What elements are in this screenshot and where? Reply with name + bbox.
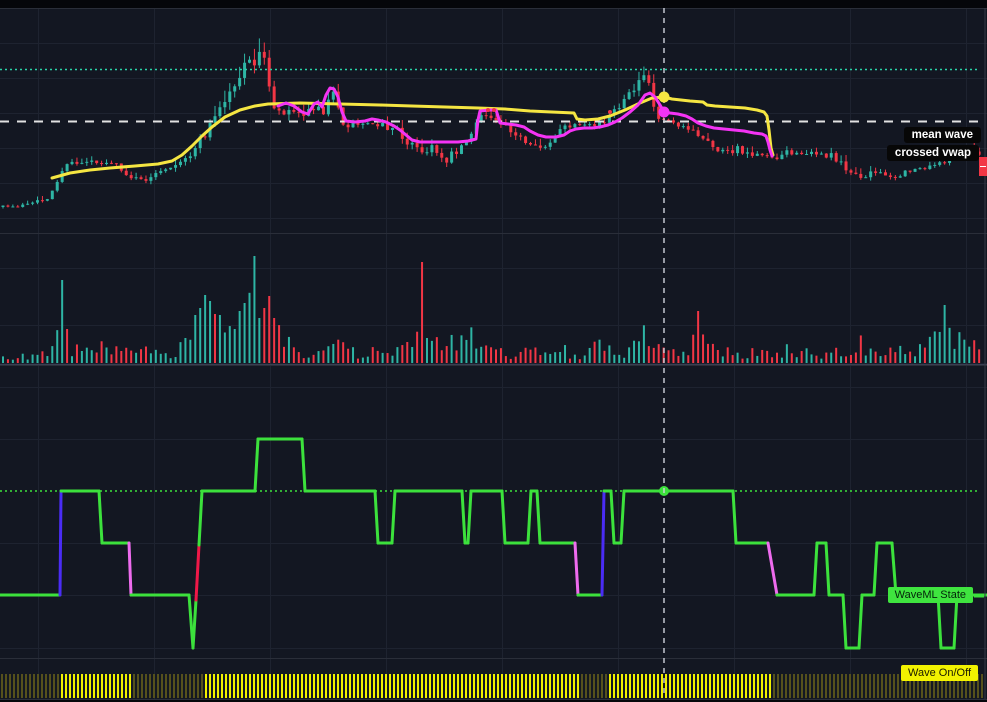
trading-chart-window: mean wave crossed vwap WaveML State Wave… xyxy=(0,0,987,702)
indicator-label-waveml-state[interactable]: WaveML State xyxy=(888,587,973,603)
indicator-label-wave-onoff[interactable]: Wave On/Off xyxy=(901,665,978,681)
chart-canvas[interactable] xyxy=(0,0,987,702)
tooltip-crossed-vwap: crossed vwap xyxy=(887,145,979,161)
tooltip-mean-wave: mean wave xyxy=(904,127,981,143)
